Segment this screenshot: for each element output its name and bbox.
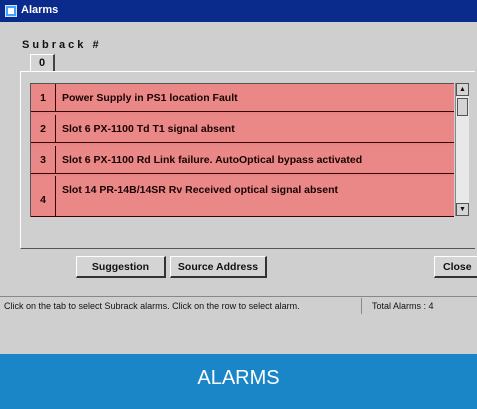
scroll-up-arrow-icon[interactable]: ▲	[456, 83, 469, 96]
status-bar: Click on the tab to select Subrack alarm…	[0, 296, 477, 316]
suggestion-button[interactable]: Suggestion	[76, 256, 166, 278]
alarm-description: Slot 6 PX-1100 Td T1 signal absent	[62, 122, 235, 135]
row-number: 1	[31, 84, 56, 111]
app-icon	[5, 5, 17, 17]
table-row[interactable]: 1 Power Supply in PS1 location Fault	[31, 84, 454, 112]
close-button[interactable]: Close	[434, 256, 477, 278]
title-bar[interactable]: Alarms	[0, 0, 477, 22]
row-number: 2	[31, 115, 56, 142]
alarm-description: Power Supply in PS1 location Fault	[62, 91, 238, 104]
row-number: 4	[31, 176, 56, 216]
caption-banner: ALARMS	[0, 354, 477, 409]
vertical-scrollbar[interactable]: ▲ ▼	[455, 83, 469, 216]
window-title: Alarms	[21, 4, 59, 16]
table-row[interactable]: 3 Slot 6 PX-1100 Rd Link failure. AutoOp…	[31, 146, 454, 174]
source-address-button[interactable]: Source Address	[170, 256, 267, 278]
alarm-description: Slot 14 PR-14B/14SR Rv Received optical …	[62, 184, 339, 196]
alarms-table: 1 Power Supply in PS1 location Fault 2 S…	[30, 83, 454, 217]
scroll-down-arrow-icon[interactable]: ▼	[456, 203, 469, 216]
subrack-label: Subrack #	[22, 39, 102, 51]
tab-subrack-0[interactable]: 0	[30, 54, 55, 72]
table-row[interactable]: 2 Slot 6 PX-1100 Td T1 signal absent	[31, 115, 454, 143]
table-row[interactable]: 4 Slot 14 PR-14B/14SR Rv Received optica…	[31, 176, 454, 217]
scroll-thumb[interactable]	[457, 98, 468, 116]
row-number: 3	[31, 146, 56, 173]
alarm-description: Slot 6 PX-1100 Rd Link failure. AutoOpti…	[62, 153, 363, 166]
status-message: Click on the tab to select Subrack alarm…	[4, 301, 300, 311]
alarms-window: Alarms Subrack # 0 1 Power Supply in PS1…	[0, 0, 477, 354]
total-alarms: Total Alarms : 4	[372, 301, 434, 311]
status-divider	[361, 298, 362, 314]
